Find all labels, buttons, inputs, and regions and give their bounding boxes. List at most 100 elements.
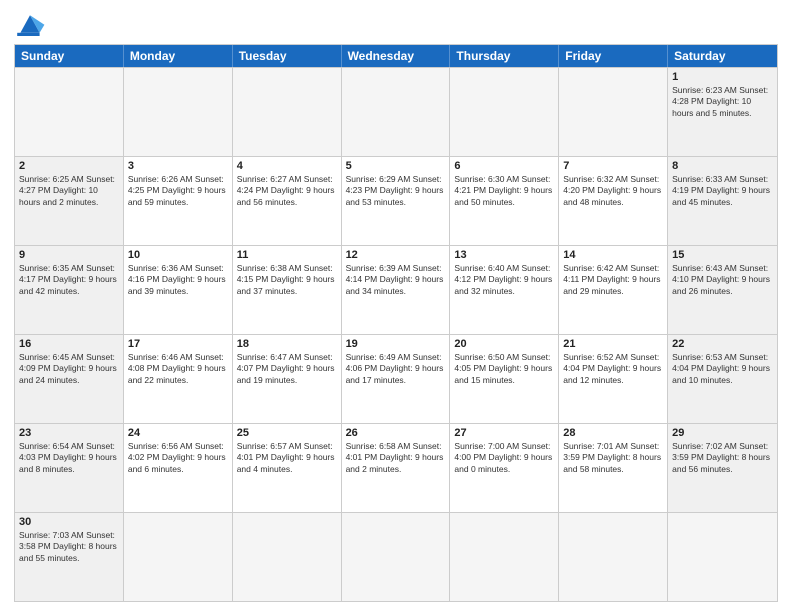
day-number: 24 — [128, 427, 228, 439]
day-cell-10: 10Sunrise: 6:36 AM Sunset: 4:16 PM Dayli… — [124, 246, 233, 334]
day-cell-22: 22 Sunrise: 6:53 AM Sunset: 4:04 PM Dayli… — [668, 335, 777, 423]
day-cell-24: 24Sunrise: 6:56 AM Sunset: 4:02 PM Dayli… — [124, 424, 233, 512]
day-number: 16 — [19, 338, 119, 350]
day-number: 2 — [19, 160, 119, 172]
day-info: Sunrise: 6:23 AM Sunset: 4:28 PM Dayligh… — [672, 85, 773, 119]
day-number: 14 — [563, 249, 663, 261]
day-cell-20: 20Sunrise: 6:50 AM Sunset: 4:05 PM Dayli… — [450, 335, 559, 423]
day-info: Sunrise: 6:45 AM Sunset: 4:09 PM Dayligh… — [19, 352, 119, 386]
day-number: 13 — [454, 249, 554, 261]
empty-cell-5-4 — [450, 513, 559, 601]
calendar-row-2: 9 Sunrise: 6:35 AM Sunset: 4:17 PM Daylig… — [15, 245, 777, 334]
day-number: 26 — [346, 427, 446, 439]
empty-cell-5-2 — [233, 513, 342, 601]
day-cell-21: 21Sunrise: 6:52 AM Sunset: 4:04 PM Dayli… — [559, 335, 668, 423]
day-info: Sunrise: 6:43 AM Sunset: 4:10 PM Dayligh… — [672, 263, 773, 297]
day-cell-13: 13Sunrise: 6:40 AM Sunset: 4:12 PM Dayli… — [450, 246, 559, 334]
day-info: Sunrise: 6:36 AM Sunset: 4:16 PM Dayligh… — [128, 263, 228, 297]
weekday-header-wednesday: Wednesday — [342, 45, 451, 67]
day-cell-15: 15 Sunrise: 6:43 AM Sunset: 4:10 PM Dayli… — [668, 246, 777, 334]
day-cell-29: 29 Sunrise: 7:02 AM Sunset: 3:59 PM Dayli… — [668, 424, 777, 512]
day-number: 22 — [672, 338, 773, 350]
day-number: 6 — [454, 160, 554, 172]
day-number: 4 — [237, 160, 337, 172]
logo-icon — [14, 10, 46, 38]
day-cell-1: 1Sunrise: 6:23 AM Sunset: 4:28 PM Daylig… — [668, 68, 777, 156]
calendar-body: 1Sunrise: 6:23 AM Sunset: 4:28 PM Daylig… — [15, 67, 777, 601]
day-cell-28: 28Sunrise: 7:01 AM Sunset: 3:59 PM Dayli… — [559, 424, 668, 512]
day-info: Sunrise: 6:26 AM Sunset: 4:25 PM Dayligh… — [128, 174, 228, 208]
day-cell-14: 14 Sunrise: 6:42 AM Sunset: 4:11 PM Dayli… — [559, 246, 668, 334]
empty-cell-0-0 — [15, 68, 124, 156]
day-cell-30: 30 Sunrise: 7:03 AM Sunset: 3:58 PM Dayli… — [15, 513, 124, 601]
empty-cell-0-4 — [450, 68, 559, 156]
day-info: Sunrise: 6:53 AM Sunset: 4:04 PM Dayligh… — [672, 352, 773, 386]
day-info: Sunrise: 6:39 AM Sunset: 4:14 PM Dayligh… — [346, 263, 446, 297]
calendar: SundayMondayTuesdayWednesdayThursdayFrid… — [14, 44, 778, 602]
day-number: 18 — [237, 338, 337, 350]
day-info: Sunrise: 7:00 AM Sunset: 4:00 PM Dayligh… — [454, 441, 554, 475]
page: SundayMondayTuesdayWednesdayThursdayFrid… — [0, 0, 792, 612]
day-number: 11 — [237, 249, 337, 261]
calendar-row-0: 1Sunrise: 6:23 AM Sunset: 4:28 PM Daylig… — [15, 67, 777, 156]
day-number: 12 — [346, 249, 446, 261]
empty-cell-5-5 — [559, 513, 668, 601]
day-info: Sunrise: 6:27 AM Sunset: 4:24 PM Dayligh… — [237, 174, 337, 208]
day-number: 23 — [19, 427, 119, 439]
day-number: 25 — [237, 427, 337, 439]
day-number: 29 — [672, 427, 773, 439]
day-cell-4: 4 Sunrise: 6:27 AM Sunset: 4:24 PM Daylig… — [233, 157, 342, 245]
day-number: 3 — [128, 160, 228, 172]
day-number: 5 — [346, 160, 446, 172]
day-cell-9: 9 Sunrise: 6:35 AM Sunset: 4:17 PM Daylig… — [15, 246, 124, 334]
day-number: 30 — [19, 516, 119, 528]
day-cell-25: 25Sunrise: 6:57 AM Sunset: 4:01 PM Dayli… — [233, 424, 342, 512]
empty-cell-5-6 — [668, 513, 777, 601]
day-cell-11: 11 Sunrise: 6:38 AM Sunset: 4:15 PM Dayli… — [233, 246, 342, 334]
day-info: Sunrise: 6:54 AM Sunset: 4:03 PM Dayligh… — [19, 441, 119, 475]
day-cell-27: 27Sunrise: 7:00 AM Sunset: 4:00 PM Dayli… — [450, 424, 559, 512]
day-number: 7 — [563, 160, 663, 172]
day-cell-26: 26 Sunrise: 6:58 AM Sunset: 4:01 PM Dayli… — [342, 424, 451, 512]
day-info: Sunrise: 6:38 AM Sunset: 4:15 PM Dayligh… — [237, 263, 337, 297]
calendar-row-5: 30 Sunrise: 7:03 AM Sunset: 3:58 PM Dayli… — [15, 512, 777, 601]
day-cell-7: 7Sunrise: 6:32 AM Sunset: 4:20 PM Daylig… — [559, 157, 668, 245]
day-info: Sunrise: 6:50 AM Sunset: 4:05 PM Dayligh… — [454, 352, 554, 386]
day-cell-5: 5 Sunrise: 6:29 AM Sunset: 4:23 PM Daylig… — [342, 157, 451, 245]
calendar-row-1: 2 Sunrise: 6:25 AM Sunset: 4:27 PM Daylig… — [15, 156, 777, 245]
day-info: Sunrise: 6:29 AM Sunset: 4:23 PM Dayligh… — [346, 174, 446, 208]
day-info: Sunrise: 6:30 AM Sunset: 4:21 PM Dayligh… — [454, 174, 554, 208]
day-number: 9 — [19, 249, 119, 261]
day-number: 19 — [346, 338, 446, 350]
day-info: Sunrise: 7:03 AM Sunset: 3:58 PM Dayligh… — [19, 530, 119, 564]
day-info: Sunrise: 6:35 AM Sunset: 4:17 PM Dayligh… — [19, 263, 119, 297]
weekday-header-monday: Monday — [124, 45, 233, 67]
weekday-header-sunday: Sunday — [15, 45, 124, 67]
weekday-header-friday: Friday — [559, 45, 668, 67]
day-info: Sunrise: 6:42 AM Sunset: 4:11 PM Dayligh… — [563, 263, 663, 297]
day-number: 17 — [128, 338, 228, 350]
day-cell-3: 3 Sunrise: 6:26 AM Sunset: 4:25 PM Daylig… — [124, 157, 233, 245]
logo — [14, 10, 50, 38]
empty-cell-0-2 — [233, 68, 342, 156]
day-cell-18: 18 Sunrise: 6:47 AM Sunset: 4:07 PM Dayli… — [233, 335, 342, 423]
empty-cell-0-3 — [342, 68, 451, 156]
empty-cell-0-1 — [124, 68, 233, 156]
day-info: Sunrise: 6:46 AM Sunset: 4:08 PM Dayligh… — [128, 352, 228, 386]
day-info: Sunrise: 6:47 AM Sunset: 4:07 PM Dayligh… — [237, 352, 337, 386]
day-info: Sunrise: 6:52 AM Sunset: 4:04 PM Dayligh… — [563, 352, 663, 386]
day-cell-19: 19Sunrise: 6:49 AM Sunset: 4:06 PM Dayli… — [342, 335, 451, 423]
day-cell-8: 8Sunrise: 6:33 AM Sunset: 4:19 PM Daylig… — [668, 157, 777, 245]
day-cell-6: 6 Sunrise: 6:30 AM Sunset: 4:21 PM Daylig… — [450, 157, 559, 245]
weekday-header-thursday: Thursday — [450, 45, 559, 67]
day-number: 15 — [672, 249, 773, 261]
day-cell-12: 12 Sunrise: 6:39 AM Sunset: 4:14 PM Dayli… — [342, 246, 451, 334]
day-info: Sunrise: 7:02 AM Sunset: 3:59 PM Dayligh… — [672, 441, 773, 475]
calendar-row-4: 23 Sunrise: 6:54 AM Sunset: 4:03 PM Dayli… — [15, 423, 777, 512]
weekday-header-saturday: Saturday — [668, 45, 777, 67]
day-info: Sunrise: 6:25 AM Sunset: 4:27 PM Dayligh… — [19, 174, 119, 208]
day-cell-16: 16 Sunrise: 6:45 AM Sunset: 4:09 PM Dayli… — [15, 335, 124, 423]
weekday-header-tuesday: Tuesday — [233, 45, 342, 67]
empty-cell-5-1 — [124, 513, 233, 601]
day-info: Sunrise: 6:58 AM Sunset: 4:01 PM Dayligh… — [346, 441, 446, 475]
